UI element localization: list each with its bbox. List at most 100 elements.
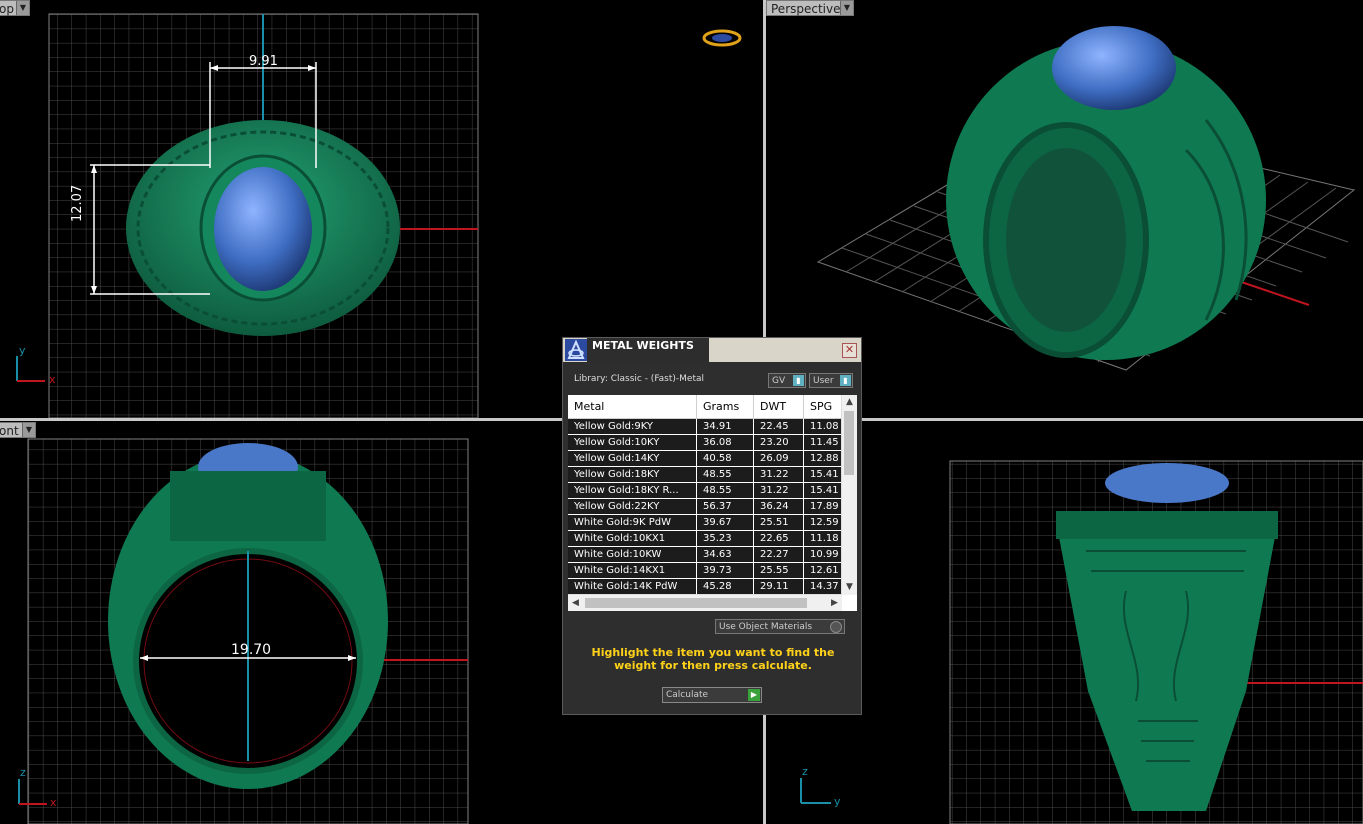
table-cell: 11.18	[804, 531, 842, 546]
play-icon[interactable]: ▶	[748, 689, 760, 701]
calculate-button[interactable]: Calculate ▶	[662, 687, 762, 703]
table-cell: Yellow Gold:22KY	[568, 499, 697, 514]
table-cell: 48.55	[697, 467, 754, 482]
table-cell: White Gold:10KW	[568, 547, 697, 562]
scroll-thumb[interactable]	[844, 411, 854, 475]
table-cell: 25.51	[754, 515, 804, 530]
table-cell: 26.09	[754, 451, 804, 466]
metal-weights-dialog: METAL WEIGHTS ✕ Library: Classic - (Fast…	[562, 337, 862, 715]
table-cell: 34.91	[697, 419, 754, 434]
table-cell: 25.55	[754, 563, 804, 578]
table-cell: 11.08	[804, 419, 842, 434]
axis-z-label: z	[20, 766, 26, 779]
table-row[interactable]: White Gold:10KX1 35.23 22.65 11.18	[568, 531, 842, 547]
table-row[interactable]: Yellow Gold:10KY 36.08 23.20 11.45	[568, 435, 842, 451]
table-cell: 12.88	[804, 451, 842, 466]
table-row[interactable]: White Gold:10KW 34.63 22.27 10.99	[568, 547, 842, 563]
axis-x-label: x	[49, 373, 56, 386]
toggle-indicator-icon[interactable]	[830, 621, 842, 633]
table-cell: 14.37	[804, 579, 842, 594]
table-cell: Yellow Gold:14KY	[568, 451, 697, 466]
vertical-scrollbar[interactable]: ▲ ▼	[841, 395, 857, 595]
table-cell: 36.24	[754, 499, 804, 514]
table-cell: 40.58	[697, 451, 754, 466]
table-cell: 29.11	[754, 579, 804, 594]
table-cell: White Gold:14K PdW	[568, 579, 697, 594]
table-cell: 56.37	[697, 499, 754, 514]
table-cell: 15.41	[804, 467, 842, 482]
table-row[interactable]: Yellow Gold:18KY 48.55 31.22 15.41	[568, 467, 842, 483]
table-row[interactable]: Yellow Gold:22KY 56.37 36.24 17.89	[568, 499, 842, 515]
viewport-perspective-label[interactable]: Perspective ▼	[766, 0, 854, 16]
table-cell: Yellow Gold:18KY	[568, 467, 697, 482]
table-cell: 39.67	[697, 515, 754, 530]
table-cell: Yellow Gold:18KY R...	[568, 483, 697, 498]
table-cell: 45.28	[697, 579, 754, 594]
dimension-height-label: 12.07	[70, 184, 85, 222]
scroll-right-icon[interactable]: ▶	[827, 595, 842, 611]
table-cell: 39.73	[697, 563, 754, 578]
table-row[interactable]: Yellow Gold:18KY R... 48.55 31.22 15.41	[568, 483, 842, 499]
table-cell: 34.63	[697, 547, 754, 562]
horizontal-scrollbar[interactable]: ◀ ▶	[568, 594, 842, 611]
user-dropdown[interactable]: User ▮	[809, 373, 853, 388]
viewport-top-label[interactable]: op ▼	[0, 0, 30, 16]
column-header-dwt[interactable]: DWT	[754, 395, 804, 418]
dimension-width-label: 9.91	[249, 54, 278, 69]
table-cell: 31.22	[754, 483, 804, 498]
table-row[interactable]: Yellow Gold:14KY 40.58 26.09 12.88	[568, 451, 842, 467]
table-cell: 11.45	[804, 435, 842, 450]
table-cell: Yellow Gold:10KY	[568, 435, 697, 450]
scroll-down-icon[interactable]: ▼	[842, 580, 857, 595]
table-cell: 23.20	[754, 435, 804, 450]
table-cell: 22.45	[754, 419, 804, 434]
table-cell: 48.55	[697, 483, 754, 498]
viewport-menu-icon[interactable]: ▼	[840, 1, 853, 15]
table-cell: 36.08	[697, 435, 754, 450]
table-cell: 12.61	[804, 563, 842, 578]
table-row[interactable]: Yellow Gold:9KY 34.91 22.45 11.08	[568, 419, 842, 435]
table-body: Yellow Gold:9KY 34.91 22.45 11.08 Yellow Gol…	[568, 419, 842, 595]
viewport-menu-icon[interactable]: ▼	[16, 1, 29, 15]
dropdown-icon[interactable]: ▮	[840, 375, 851, 386]
use-object-materials-toggle[interactable]: Use Object Materials	[715, 619, 845, 634]
hint-text: Highlight the item you want to find the …	[591, 646, 835, 672]
table-cell: 12.59	[804, 515, 842, 530]
table-cell: White Gold:14KX1	[568, 563, 697, 578]
dimension-diameter-label: 19.70	[231, 642, 272, 658]
scroll-up-icon[interactable]: ▲	[842, 395, 857, 410]
table-cell: 22.27	[754, 547, 804, 562]
table-cell: 31.22	[754, 467, 804, 482]
axis-y-label: y	[19, 344, 26, 357]
table-cell: 15.41	[804, 483, 842, 498]
scroll-left-icon[interactable]: ◀	[568, 595, 583, 611]
column-header-grams[interactable]: Grams	[697, 395, 754, 418]
dialog-titlebar[interactable]: METAL WEIGHTS ✕	[563, 338, 861, 362]
scroll-thumb[interactable]	[585, 598, 807, 608]
axis-y-label: y	[834, 795, 841, 808]
column-header-metal[interactable]: Metal	[568, 395, 697, 418]
axis-x-label: x	[50, 796, 57, 809]
table-cell: 35.23	[697, 531, 754, 546]
table-cell: Yellow Gold:9KY	[568, 419, 697, 434]
dialog-title: METAL WEIGHTS	[587, 338, 709, 362]
gv-dropdown[interactable]: GV ▮	[768, 373, 806, 388]
column-header-spg[interactable]: SPG	[804, 395, 842, 418]
library-label: Library: Classic - (Fast)-Metal	[574, 374, 705, 384]
table-row[interactable]: White Gold:14K PdW 45.28 29.11 14.37	[568, 579, 842, 595]
table-cell: 22.65	[754, 531, 804, 546]
table-header: Metal Grams DWT SPG	[568, 395, 842, 419]
viewport-front-label[interactable]: ont ▼	[0, 422, 36, 438]
dropdown-icon[interactable]: ▮	[793, 375, 804, 386]
table-cell: 17.89	[804, 499, 842, 514]
table-row[interactable]: White Gold:14KX1 39.73 25.55 12.61	[568, 563, 842, 579]
table-row[interactable]: White Gold:9K PdW 39.67 25.51 12.59	[568, 515, 842, 531]
table-cell: White Gold:9K PdW	[568, 515, 697, 530]
app-logo-icon	[565, 339, 587, 361]
axis-z-label: z	[802, 765, 808, 778]
viewport-menu-icon[interactable]: ▼	[22, 423, 35, 437]
table-cell: 10.99	[804, 547, 842, 562]
close-icon[interactable]: ✕	[842, 343, 857, 358]
table-cell: White Gold:10KX1	[568, 531, 697, 546]
metal-table[interactable]: Metal Grams DWT SPG Yellow Gold:9KY 34.91…	[568, 395, 857, 611]
